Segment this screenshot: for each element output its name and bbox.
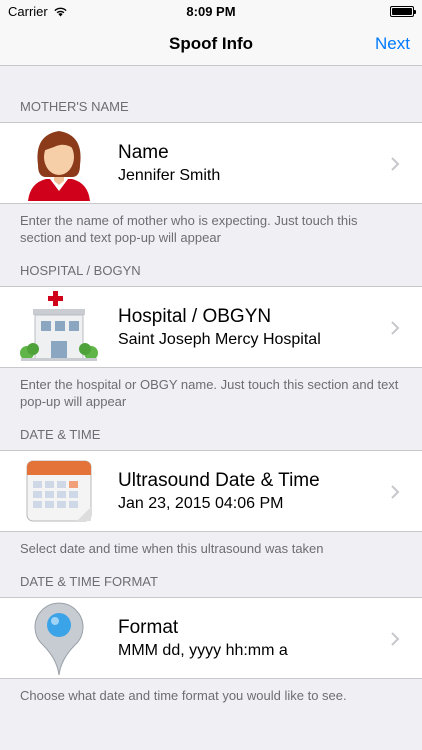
carrier-label: Carrier <box>8 3 48 19</box>
row-title: Name <box>118 141 169 163</box>
section-footer: Choose what date and time format you wou… <box>20 688 347 703</box>
page-title: Spoof Info <box>168 33 254 53</box>
status-bar: Carrier 8:09 PM <box>0 0 422 22</box>
chevron-right-icon <box>391 157 400 171</box>
next-button[interactable]: Next <box>375 22 410 66</box>
row-hospital[interactable]: Hospital / OBGYN Saint Joseph Mercy Hosp… <box>0 286 422 368</box>
chevron-right-icon <box>391 321 400 335</box>
row-title: Hospital / OBGYN <box>118 305 272 327</box>
row-title: Ultrasound Date & Time <box>118 469 320 491</box>
section-header-hospital: HOSPITAL / BOGYN <box>20 263 141 278</box>
chevron-right-icon <box>391 632 400 646</box>
hospital-value: Saint Joseph Mercy Hospital <box>118 330 321 348</box>
status-left: Carrier <box>8 4 68 19</box>
row-mother-name[interactable]: Name Jennifer Smith <box>0 122 422 204</box>
calendar-icon <box>0 450 118 532</box>
mother-name-value: Jennifer Smith <box>118 166 221 184</box>
row-date-time[interactable]: Ultrasound Date & Time Jan 23, 2015 04:0… <box>0 450 422 532</box>
navigation-bar: Spoof Info Next <box>0 22 422 66</box>
date-time-value: Jan 23, 2015 04:06 PM <box>118 494 284 512</box>
mother-avatar-icon <box>0 122 118 204</box>
battery-icon <box>390 5 416 17</box>
section-header-date-time: DATE & TIME <box>20 427 101 442</box>
hospital-icon <box>0 286 118 368</box>
row-title: Format <box>118 616 179 638</box>
section-header-date-time-format: DATE & TIME FORMAT <box>20 574 158 589</box>
section-footer: Select date and time when this ultrasoun… <box>20 541 324 556</box>
section-footer: Enter the hospital or OBGY name. Just to… <box>20 377 399 409</box>
map-pin-icon <box>0 597 118 679</box>
section-footer: Enter the name of mother who is expectin… <box>20 213 358 245</box>
section-header-mothers-name: MOTHER'S NAME <box>20 99 129 114</box>
chevron-right-icon <box>391 485 400 499</box>
wifi-icon <box>54 7 67 16</box>
format-value: MMM dd, yyyy hh:mm a <box>118 641 288 659</box>
row-format[interactable]: Format MMM dd, yyyy hh:mm a <box>0 597 422 679</box>
